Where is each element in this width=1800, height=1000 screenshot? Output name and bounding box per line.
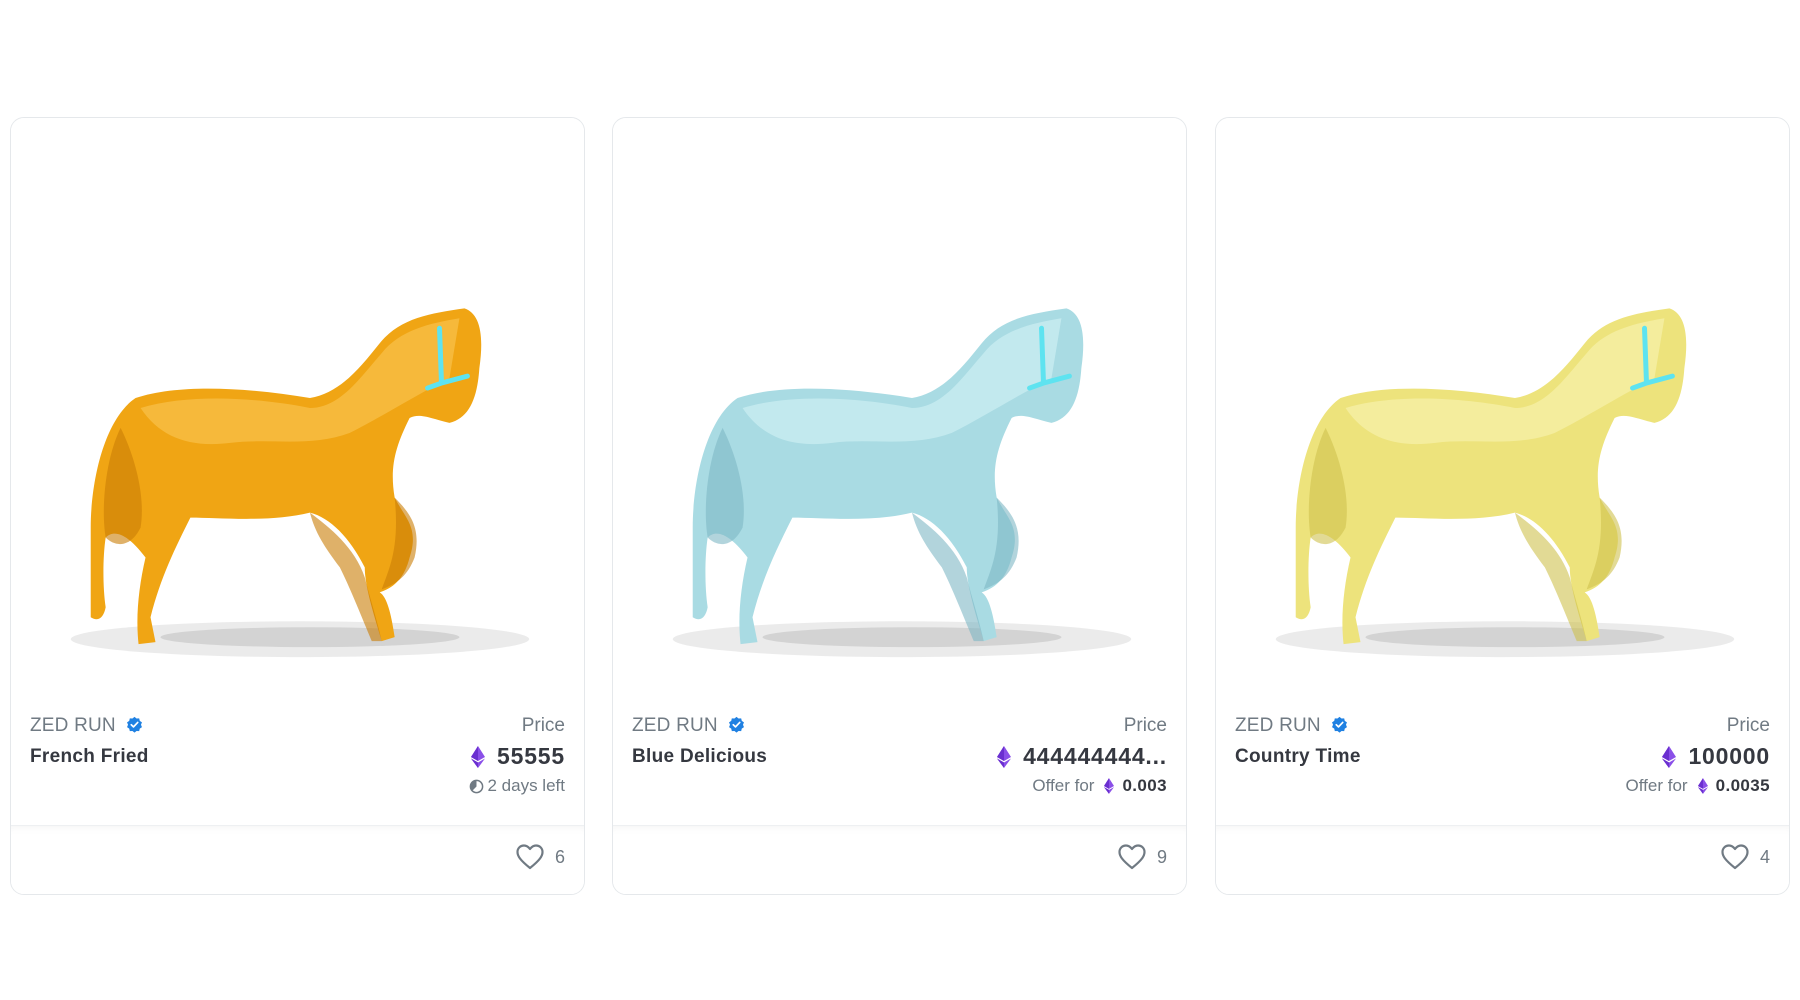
collection-label: ZED RUN xyxy=(632,715,718,736)
collection-name[interactable]: ZED RUN xyxy=(1235,715,1348,737)
collection-name[interactable]: ZED RUN xyxy=(632,715,745,737)
like-button[interactable]: 4 xyxy=(1721,844,1770,870)
best-offer: Offer for 0.003 xyxy=(1032,776,1167,796)
like-count: 4 xyxy=(1759,846,1770,867)
nft-card-info: ZED RUN Country Time Price 100000 Offer … xyxy=(1216,703,1789,813)
verified-badge-icon xyxy=(1331,716,1347,733)
nft-card-grid: ZED RUN French Fried Price 55555 2 days … xyxy=(10,117,1795,897)
like-button[interactable]: 6 xyxy=(516,844,565,870)
ethereum-icon xyxy=(471,745,486,768)
horse-image xyxy=(613,308,1186,688)
ethereum-icon xyxy=(1662,745,1677,768)
horse-image xyxy=(11,308,584,688)
time-left-label: 2 days left xyxy=(487,776,566,795)
verified-badge-icon xyxy=(126,716,142,733)
price-value: 444444444... xyxy=(1023,743,1167,769)
nft-card[interactable]: ZED RUN Country Time Price 100000 Offer … xyxy=(1215,117,1790,895)
nft-card-info: ZED RUN Blue Delicious Price 444444444..… xyxy=(613,703,1186,813)
like-count: 6 xyxy=(554,846,565,867)
price-label: Price xyxy=(521,715,565,736)
price: 100000 xyxy=(1662,743,1770,770)
ethereum-icon xyxy=(1104,778,1115,794)
heart-icon xyxy=(1721,844,1749,870)
offer-label: Offer for xyxy=(1625,776,1688,795)
best-offer: Offer for 0.0035 xyxy=(1626,776,1770,796)
price-value: 55555 xyxy=(497,743,565,769)
nft-image[interactable] xyxy=(11,118,584,688)
heart-icon xyxy=(1118,844,1146,870)
offer-value: 0.003 xyxy=(1122,776,1167,795)
collection-label: ZED RUN xyxy=(30,715,116,736)
time-left: 2 days left xyxy=(469,776,566,796)
nft-image[interactable] xyxy=(613,118,1186,688)
like-count: 9 xyxy=(1156,846,1167,867)
ethereum-icon xyxy=(997,745,1012,768)
ethereum-icon xyxy=(1697,778,1708,794)
nft-name[interactable]: Country Time xyxy=(1235,746,1361,768)
clock-icon xyxy=(469,779,483,793)
nft-card-info: ZED RUN French Fried Price 55555 2 days … xyxy=(11,703,584,813)
collection-name[interactable]: ZED RUN xyxy=(30,715,143,737)
price-label: Price xyxy=(1726,715,1770,736)
price-label: Price xyxy=(1123,715,1167,736)
nft-card[interactable]: ZED RUN Blue Delicious Price 444444444..… xyxy=(612,117,1187,895)
offer-label: Offer for xyxy=(1032,776,1095,795)
nft-card-footer: 4 xyxy=(1216,825,1789,894)
collection-label: ZED RUN xyxy=(1235,715,1321,736)
nft-card-footer: 9 xyxy=(613,825,1186,894)
nft-card-footer: 6 xyxy=(11,825,584,894)
nft-card[interactable]: ZED RUN French Fried Price 55555 2 days … xyxy=(10,117,585,895)
price: 444444444... xyxy=(997,743,1167,770)
nft-image[interactable] xyxy=(1216,118,1789,688)
verified-badge-icon xyxy=(728,716,744,733)
horse-image xyxy=(1216,308,1789,688)
price: 55555 xyxy=(471,743,565,770)
nft-name[interactable]: Blue Delicious xyxy=(632,746,767,768)
nft-name[interactable]: French Fried xyxy=(30,746,149,768)
like-button[interactable]: 9 xyxy=(1118,844,1167,870)
heart-icon xyxy=(516,844,544,870)
price-value: 100000 xyxy=(1688,743,1770,769)
offer-value: 0.0035 xyxy=(1715,776,1770,795)
